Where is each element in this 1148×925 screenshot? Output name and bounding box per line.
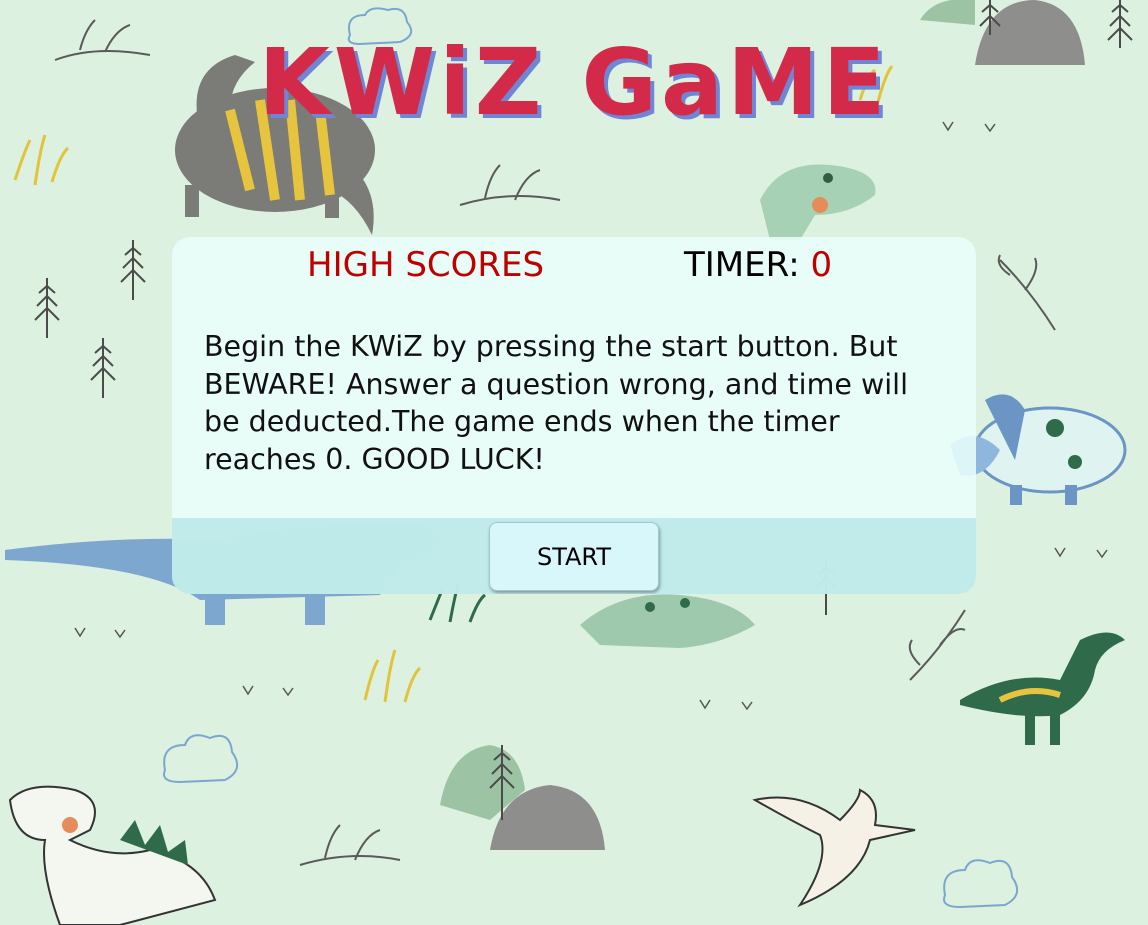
high-scores-link[interactable]: HIGH SCORES	[307, 245, 544, 285]
trex-illustration	[8, 785, 217, 925]
quiz-card: HIGH SCORES TIMER: 0 Begin the KWiZ by p…	[172, 237, 976, 594]
green-dino-illustration	[760, 164, 876, 240]
timer: TIMER: 0	[684, 245, 832, 285]
ankylosaurus-illustration	[580, 594, 755, 648]
triceratops-illustration	[950, 394, 1127, 505]
start-button[interactable]: START	[489, 522, 659, 591]
card-footer: START	[172, 518, 976, 594]
parasaurolophus-illustration	[960, 632, 1125, 745]
timer-label: TIMER:	[684, 245, 811, 285]
pterodactyl-illustration	[752, 788, 916, 908]
game-title: KWiZ GaME	[258, 29, 890, 136]
timer-value: 0	[810, 245, 833, 285]
card-header: HIGH SCORES TIMER: 0	[172, 237, 976, 291]
instructions-text: Begin the KWiZ by pressing the start but…	[204, 330, 909, 476]
hill-illustration	[920, 0, 975, 25]
